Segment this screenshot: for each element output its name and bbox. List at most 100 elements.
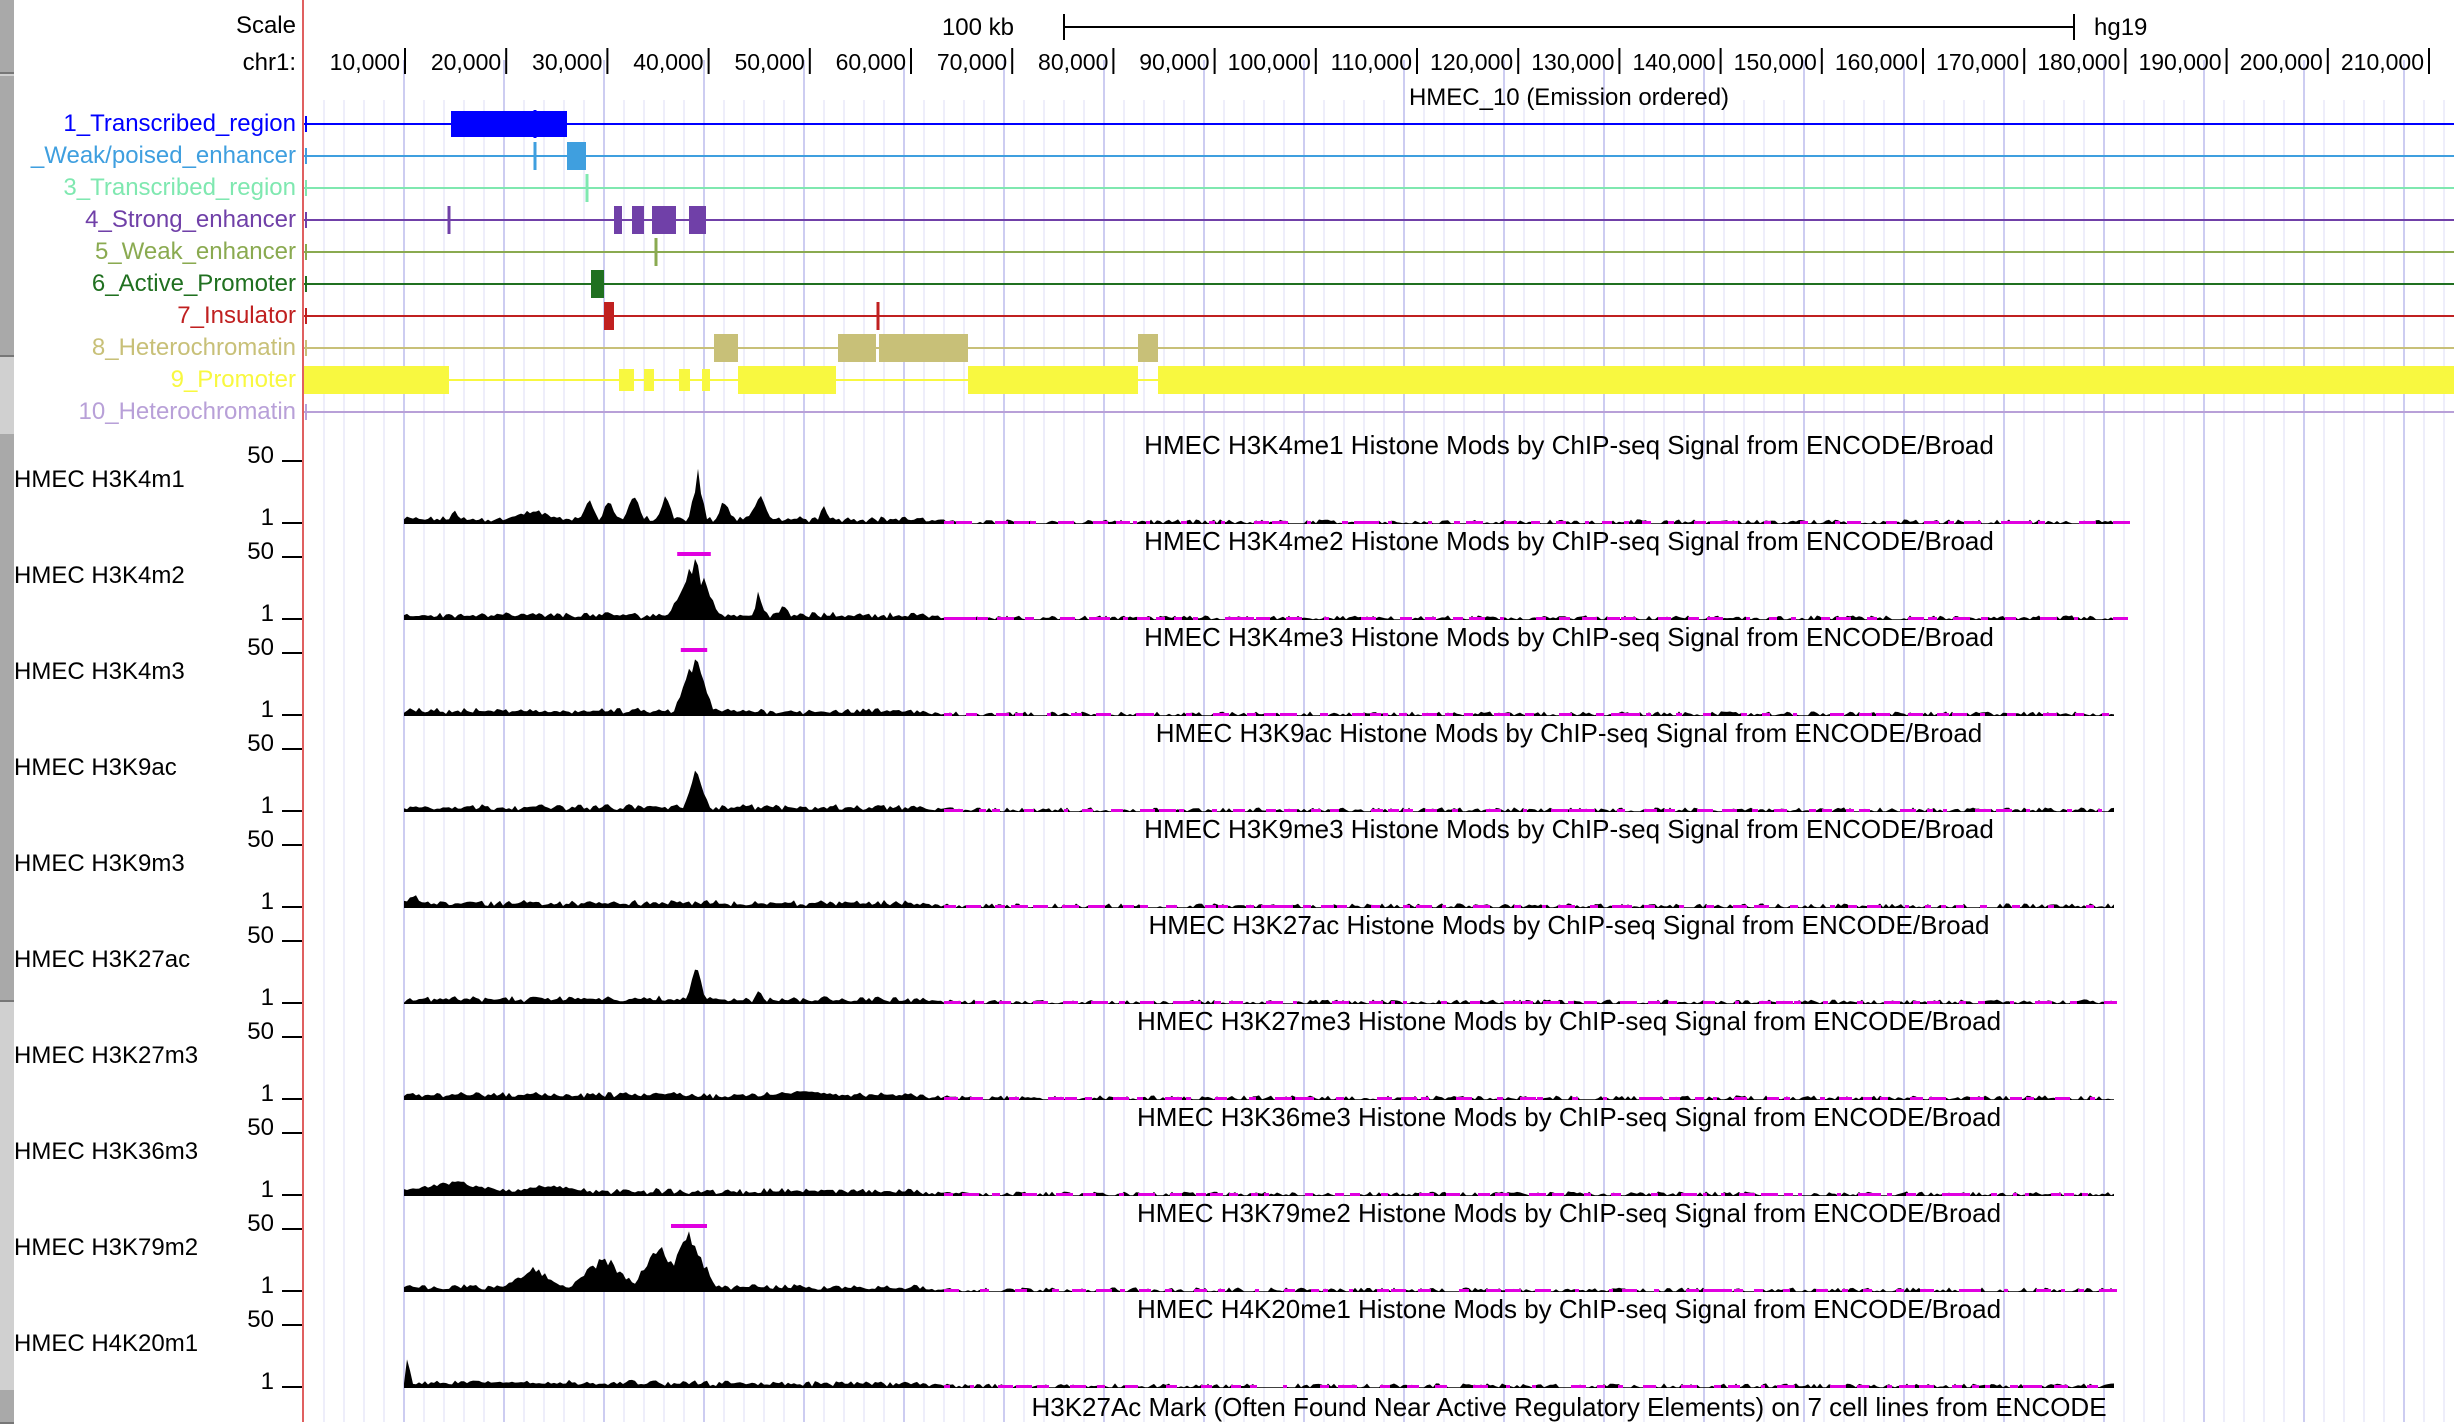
no-data-mark <box>1024 809 1034 812</box>
no-data-mark <box>1497 1097 1503 1100</box>
signal-track-wiggle[interactable] <box>404 648 2114 716</box>
no-data-mark <box>1500 617 1504 620</box>
chromhmm-segment[interactable] <box>604 302 614 330</box>
no-data-mark <box>1607 617 1620 620</box>
scale-label: Scale <box>235 12 296 39</box>
chromhmm-segment[interactable] <box>702 369 710 391</box>
no-data-mark <box>1569 809 1586 812</box>
no-data-mark <box>1857 1385 1869 1388</box>
signal-track-min: 1 <box>260 600 274 627</box>
no-data-mark <box>1056 1193 1073 1196</box>
no-data-mark <box>1639 1097 1656 1100</box>
no-data-mark <box>1097 1385 1105 1388</box>
no-data-mark <box>1602 521 1612 524</box>
no-data-mark <box>1558 905 1575 908</box>
no-data-mark <box>1425 617 1436 620</box>
track-control-strip[interactable] <box>0 0 14 1424</box>
no-data-mark <box>1096 1289 1112 1292</box>
track-data-area[interactable]: 100 kb hg19 10,000 20,000 30,000 40,000 50,000… <box>304 0 2454 1422</box>
no-data-mark <box>1473 1385 1488 1388</box>
signal-track-wiggle[interactable] <box>404 1359 2114 1388</box>
no-data-mark <box>1835 521 1840 524</box>
ruler-tick-label: 10,000 <box>330 49 400 75</box>
no-data-mark <box>944 1001 961 1004</box>
no-data-mark <box>1658 617 1671 620</box>
no-data-mark <box>1816 1289 1828 1292</box>
ruler-tick-label: 120,000 <box>1430 49 1513 75</box>
no-data-mark <box>1706 905 1714 908</box>
signal-track-title: HMEC H3K9me3 Histone Mods by ChIP-seq Si… <box>1144 814 1994 844</box>
axis-tick <box>282 618 302 620</box>
chromhmm-segment[interactable] <box>968 366 1138 394</box>
no-data-mark <box>1371 905 1380 908</box>
chromhmm-segment[interactable] <box>679 369 690 391</box>
no-data-mark <box>1964 521 1981 524</box>
signal-track-name: HMEC H3K9ac <box>14 754 177 781</box>
chromhmm-segment[interactable] <box>451 111 536 137</box>
signal-area <box>404 468 2114 524</box>
track-toggle-button[interactable] <box>0 0 14 74</box>
no-data-mark <box>1229 1193 1238 1196</box>
axis-tick <box>282 906 302 908</box>
signal-area <box>404 895 2114 908</box>
chromhmm-segment[interactable] <box>738 366 836 394</box>
no-data-mark <box>1924 521 1939 524</box>
no-data-mark <box>1959 1001 1966 1004</box>
signal-area <box>404 558 2114 620</box>
chromhmm-segment[interactable] <box>652 206 676 234</box>
no-data-mark <box>1370 713 1381 716</box>
signal-track-wiggle[interactable] <box>404 1181 2114 1196</box>
chromhmm-segment[interactable] <box>632 206 644 234</box>
signal-track-wiggle[interactable] <box>404 1091 2114 1100</box>
chromhmm-segment[interactable] <box>879 334 968 362</box>
signal-track-wiggle[interactable] <box>404 468 2130 524</box>
chromhmm-segment[interactable] <box>619 369 634 391</box>
no-data-mark <box>1611 1193 1621 1196</box>
signal-area <box>404 1091 2114 1100</box>
no-data-mark <box>1764 521 1771 524</box>
chromhmm-segment[interactable] <box>714 334 738 362</box>
no-data-mark <box>1255 1289 1259 1292</box>
signal-track-wiggle[interactable] <box>404 895 2114 908</box>
no-data-mark <box>1774 809 1787 812</box>
no-data-mark <box>977 617 988 620</box>
signal-track-wiggle[interactable] <box>404 770 2114 812</box>
no-data-mark <box>2113 521 2130 524</box>
no-data-mark <box>1456 1097 1472 1100</box>
signal-track-wiggle[interactable] <box>404 969 2117 1004</box>
chromhmm-segment[interactable] <box>567 142 586 170</box>
chromhmm-segment[interactable] <box>536 111 567 137</box>
no-data-mark <box>1058 521 1074 524</box>
signal-track-wiggle[interactable] <box>404 552 2128 620</box>
no-data-mark <box>2005 617 2016 620</box>
no-data-mark <box>1559 713 1572 716</box>
ruler-tick-label: 100,000 <box>1228 49 1311 75</box>
no-data-mark <box>1388 809 1399 812</box>
genome-browser-image[interactable]: Scale chr1: 1_Transcribed_region _Weak/pois… <box>0 0 2454 1424</box>
no-data-mark <box>944 1193 953 1196</box>
track-toggle-button[interactable] <box>0 434 14 1002</box>
track-toggle-button[interactable] <box>0 1390 14 1424</box>
chromhmm-segment[interactable] <box>591 270 604 298</box>
signal-track-wiggle[interactable] <box>404 1224 2117 1292</box>
no-data-mark <box>1520 1097 1536 1100</box>
chromhmm-segment[interactable] <box>689 206 706 234</box>
no-data-mark <box>1048 1097 1064 1100</box>
chromhmm-segment[interactable] <box>838 334 876 362</box>
track-data-canvas[interactable]: 100 kb hg19 10,000 20,000 30,000 40,000 50,000… <box>304 0 2454 1422</box>
ruler-tick-label: 150,000 <box>1734 49 1817 75</box>
no-data-mark <box>1119 1193 1124 1196</box>
no-data-mark <box>1913 1001 1920 1004</box>
chromhmm-segment[interactable] <box>614 206 622 234</box>
chromhmm-segment[interactable] <box>644 369 654 391</box>
no-data-mark <box>1425 809 1437 812</box>
no-data-mark <box>1646 713 1651 716</box>
no-data-mark <box>1676 713 1682 716</box>
chromhmm-segment[interactable] <box>1158 366 2454 394</box>
signal-track-min: 1 <box>260 696 274 723</box>
no-data-mark <box>1478 1193 1490 1196</box>
no-data-mark <box>1980 905 1987 908</box>
chromhmm-segment[interactable] <box>304 366 449 394</box>
track-toggle-button[interactable] <box>0 76 14 357</box>
chromhmm-segment[interactable] <box>1138 334 1158 362</box>
